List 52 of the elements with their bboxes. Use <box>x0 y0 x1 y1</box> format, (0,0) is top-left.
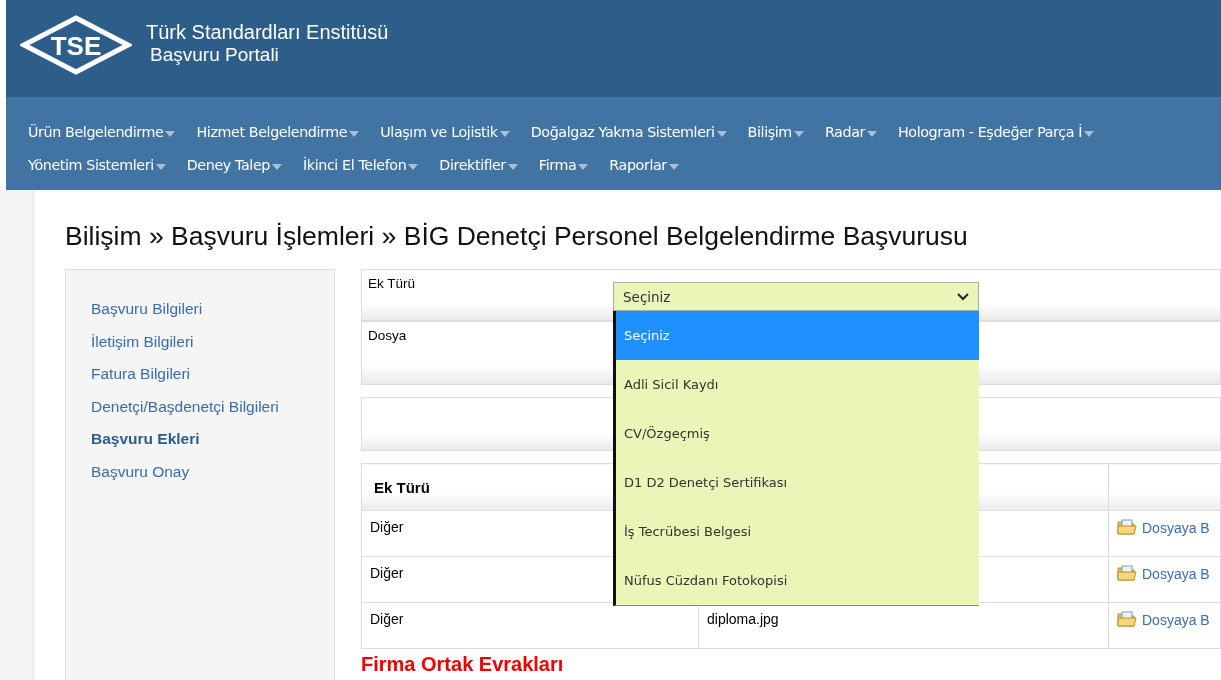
menu-item[interactable]: Yönetim Sistemleri <box>28 156 166 173</box>
caret-icon <box>716 130 727 137</box>
menu-item[interactable]: İkinci El Telefon <box>303 156 419 173</box>
dropdown-option[interactable]: Seçiniz <box>616 311 979 360</box>
dropdown-option[interactable]: CV/Özgeçmiş <box>616 409 979 458</box>
caret-icon <box>408 163 419 170</box>
field-label: Ek Türü <box>368 276 416 291</box>
logo-icon: TSE <box>20 14 132 75</box>
caret-icon <box>793 130 804 137</box>
menu-item[interactable]: Ürün Belgelendirme <box>28 123 176 140</box>
menu-item[interactable]: Hizmet Belgelendirme <box>196 123 360 140</box>
menu-item[interactable]: Ulaşım ve Lojistik <box>380 123 510 140</box>
sidebar-link[interactable]: Denetçi/Başdenetçi Bilgileri <box>91 397 334 416</box>
dropdown-option[interactable]: Adli Sicil Kaydı <box>616 360 979 409</box>
sidebar-link[interactable]: Fatura Bilgileri <box>91 365 334 383</box>
caret-icon <box>578 163 589 170</box>
caret-icon <box>1084 130 1095 137</box>
sidebar-link[interactable]: Başvuru Bilgileri <box>91 300 334 318</box>
type-select[interactable]: Seçiniz <box>613 282 979 311</box>
page-title: Bilişim » Başvuru İşlemleri » BİG Denetçi Personel Belgelendirme Başvurusu <box>65 221 969 252</box>
caret-icon <box>668 163 679 170</box>
caret-icon <box>165 130 176 137</box>
table-cell: Diğer <box>370 565 404 581</box>
dropdown-option[interactable]: Nüfus Cüzdanı Fotokopisi <box>616 556 979 605</box>
menu-item[interactable]: Doğalgaz Yakma Sistemleri <box>530 123 727 140</box>
portal-title: Türk Standardları Enstitüsü <box>146 21 389 44</box>
table-cell: diploma.jpg <box>707 611 779 627</box>
menu-item[interactable]: Hologram - Eşdeğer Parça İ <box>898 123 1095 140</box>
sidebar-link[interactable]: Başvuru Ekleri <box>91 430 334 448</box>
folder-icon <box>1117 611 1137 628</box>
caret-icon <box>272 163 282 170</box>
caret-icon <box>155 163 166 170</box>
folder-icon <box>1117 565 1137 582</box>
field-label: Dosya <box>368 328 407 343</box>
caret-icon <box>867 130 877 137</box>
portal-subtitle: Başvuru Portali <box>149 44 280 66</box>
menu-item[interactable]: Direktifler <box>439 156 518 173</box>
caret-icon <box>499 130 510 137</box>
table-cell: Diğer <box>370 519 404 535</box>
menu-item[interactable]: Deney Talep <box>186 156 282 173</box>
caret-icon <box>507 163 518 170</box>
menu-item[interactable]: Bilişim <box>747 123 804 140</box>
menu-item[interactable]: Firma <box>538 156 589 173</box>
section-heading: Firma Ortak Evrakları <box>361 653 565 676</box>
table-cell: Diğer <box>370 611 404 627</box>
sidebar-link[interactable]: Başvuru Onay <box>91 462 334 481</box>
sidebar-link[interactable]: İletişim Bilgileri <box>91 332 334 351</box>
menu-item[interactable]: Raporlar <box>609 156 679 173</box>
chevron-icon <box>957 292 969 301</box>
caret-icon <box>349 130 360 137</box>
folder-icon <box>1117 519 1137 536</box>
menu-item[interactable]: Radar <box>824 123 877 140</box>
